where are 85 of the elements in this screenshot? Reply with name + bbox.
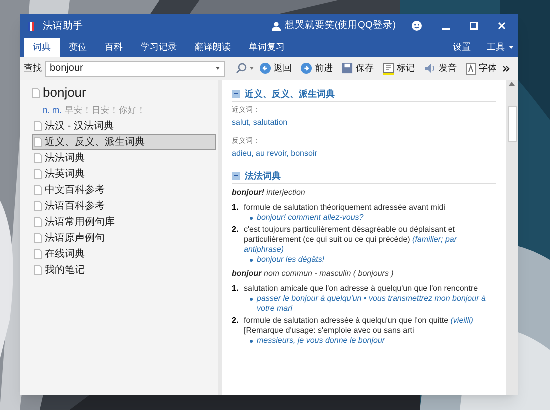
section-title: 法法词典 — [245, 170, 281, 180]
entry-head: bonjour nom commun - masculin ( bonjours ) — [232, 269, 395, 279]
dictionary-item[interactable]: 法汉 - 汉法词典 — [32, 118, 218, 134]
settings-menu[interactable]: 设置 — [445, 38, 479, 57]
close-icon[interactable] — [498, 22, 506, 30]
definition-text: salutation amicale que l'on adresse à quelqu'un que l'on rencontre — [244, 284, 480, 294]
nav-tab[interactable]: 变位 — [60, 38, 96, 57]
document-icon — [34, 121, 42, 132]
sense-number: 2. — [232, 225, 240, 236]
toolbar-button[interactable]: 发音 — [421, 60, 460, 78]
definition-text: c'est toujours particulièrement désagréable ou déplaisant et particulièrement (ce qui suit ou ce qui précède) (familier; par antiphrase) — [244, 225, 458, 255]
document-icon — [34, 265, 42, 276]
document-icon — [34, 153, 42, 164]
forward-arrow-icon — [301, 63, 312, 74]
search-field[interactable]: bonjour — [45, 60, 225, 76]
bullet-icon — [250, 298, 253, 301]
toolbar-button[interactable]: 标记 — [380, 60, 418, 78]
search-label: 查找 — [24, 62, 42, 75]
word-links[interactable]: salut, salutation — [232, 118, 496, 128]
toolbar-button[interactable]: 保存 — [339, 60, 377, 78]
tools-menu[interactable]: 工具 — [479, 38, 518, 57]
section-title: 近义、反义、派生词典 — [245, 88, 335, 98]
user-icon — [272, 22, 281, 30]
dictionary-item[interactable]: 法法词典 — [32, 150, 218, 166]
document-icon — [34, 233, 42, 244]
example-sentence: bonjour les dégâts! — [257, 255, 325, 265]
example-sentence: passer le bonjour à quelqu'un • vous transmettrez mon bonjour à votre mari — [257, 294, 487, 314]
font-icon — [466, 62, 476, 74]
maximize-icon[interactable] — [470, 22, 478, 30]
definition-text: formule de salutation théoriquement adressée avant midi — [244, 203, 446, 213]
nav-tab[interactable]: 单词复习 — [240, 38, 294, 57]
toolbar-button[interactable]: 前进 — [298, 60, 336, 78]
dictionary-item[interactable]: 法英词典 — [32, 166, 218, 182]
bullet-icon — [250, 259, 253, 262]
sense-number: 1. — [232, 203, 240, 214]
dropdown-caret-icon — [216, 67, 220, 70]
flag-icon — [28, 22, 35, 30]
speaker-icon — [424, 63, 436, 74]
document-icon — [34, 217, 42, 228]
smiley-icon[interactable] — [412, 21, 422, 31]
dictionary-item[interactable]: 法语常用例句库 — [32, 214, 218, 230]
scroll-thumb[interactable] — [508, 106, 516, 142]
dictionary-item[interactable]: 法语百科参考 — [32, 198, 218, 214]
document-icon — [34, 169, 42, 180]
word-links[interactable]: adieu, au revoir, bonsoir — [232, 149, 496, 159]
dictionary-item[interactable]: 我的笔记 — [32, 262, 218, 278]
dictionary-item[interactable]: 近义、反义、派生词典 — [32, 134, 216, 150]
example-sentence: messieurs, je vous donne le bonjour — [257, 336, 386, 346]
bullet-icon — [250, 340, 253, 343]
document-icon — [32, 88, 40, 98]
document-icon — [34, 249, 42, 260]
user-name[interactable]: 想哭就要笑(使用QQ登录) — [284, 18, 396, 34]
nav-tab[interactable]: 词典 — [24, 38, 60, 57]
entry-head: bonjour! interjection — [232, 188, 306, 198]
nav-tab[interactable]: 百科 — [96, 38, 132, 57]
sense-number: 2. — [232, 316, 240, 327]
headword: bonjour — [43, 84, 86, 102]
collapse-icon[interactable] — [232, 172, 240, 180]
dictionary-item[interactable]: 中文百科参考 — [32, 182, 218, 198]
nav-tab[interactable]: 学习记录 — [132, 38, 186, 57]
dictionary-item[interactable]: 法语原声例句 — [32, 230, 218, 246]
back-arrow-icon — [260, 63, 271, 74]
usage-remark: [Remarque d'usage: s'emploie avec ou sans arti — [244, 326, 416, 336]
bullet-icon — [250, 217, 253, 220]
collapse-icon[interactable] — [232, 90, 240, 98]
headword-gloss: 早安！日安！你好！ — [64, 104, 146, 116]
toolbar-button[interactable]: 字体 — [463, 60, 500, 78]
example-sentence: bonjour! comment allez-vous? — [257, 213, 364, 223]
document-icon — [34, 137, 42, 148]
highlighter-note-icon — [383, 62, 394, 74]
search-icon[interactable] — [236, 63, 247, 74]
dictionary-item[interactable]: 在线词典 — [32, 246, 218, 262]
more-chevron-icon[interactable] — [503, 66, 510, 72]
caret-icon — [509, 46, 514, 49]
toolbar-button[interactable]: 返回 — [257, 60, 295, 78]
window-title: 法语助手 — [43, 20, 83, 34]
caret-icon[interactable] — [250, 67, 254, 70]
document-icon — [34, 185, 42, 196]
document-icon — [34, 201, 42, 212]
part-of-speech: n. m. — [43, 104, 62, 116]
scroll-up-icon[interactable] — [509, 82, 515, 86]
nav-tab[interactable]: 翻译朗读 — [186, 38, 240, 57]
definition-text: formule de salutation adressée à quelqu'un que l'on quitte (vieilli) — [244, 316, 474, 326]
sense-number: 1. — [232, 284, 240, 295]
scrollbar[interactable] — [506, 80, 518, 395]
